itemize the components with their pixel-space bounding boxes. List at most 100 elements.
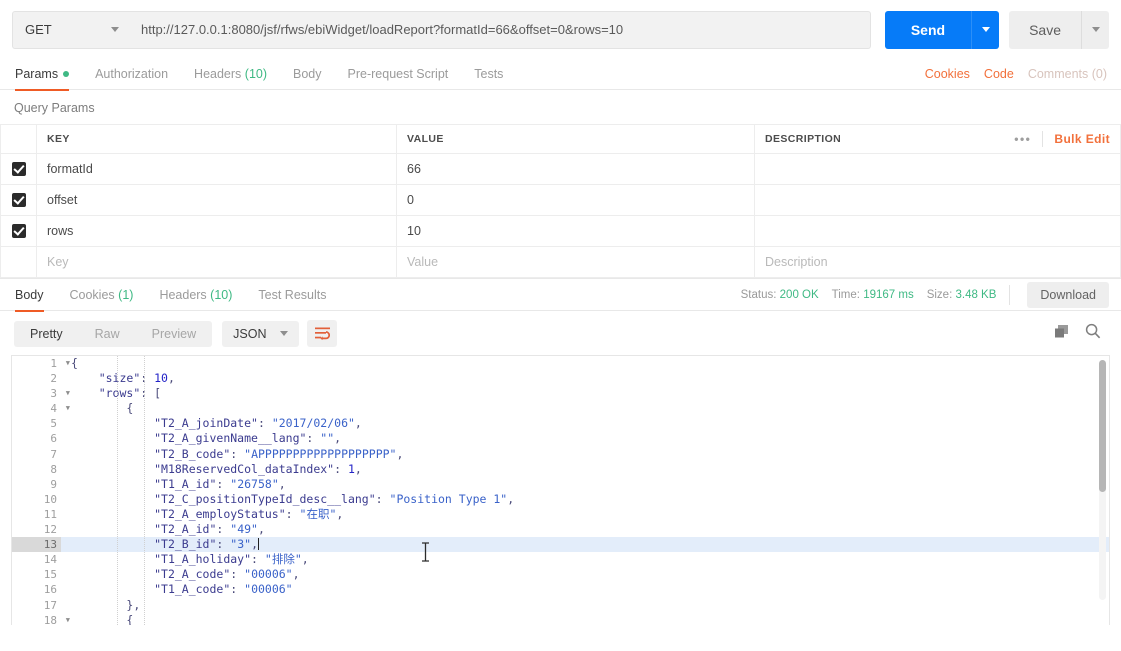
view-mode-preview[interactable]: Preview bbox=[136, 321, 212, 347]
request-url-bar: GET Send Save bbox=[0, 0, 1121, 58]
code-line[interactable]: { bbox=[61, 613, 1109, 625]
line-number: 16 bbox=[43, 583, 57, 597]
code-line[interactable]: "size": 10, bbox=[61, 371, 1109, 386]
tab-pre-request-script[interactable]: Pre-request Script bbox=[335, 58, 462, 90]
status-label: Status: bbox=[740, 288, 777, 301]
code-line[interactable]: "M18ReservedCol_dataIndex": 1, bbox=[61, 462, 1109, 477]
tab-label: Params bbox=[15, 66, 59, 81]
cookies-link[interactable]: Cookies bbox=[925, 67, 970, 81]
text-caret bbox=[258, 538, 259, 551]
tab-params[interactable]: Params bbox=[12, 58, 82, 91]
response-tab-headers[interactable]: Headers (10) bbox=[146, 279, 245, 311]
code-line[interactable]: "T1_A_code": "00006" bbox=[61, 582, 1109, 597]
param-key[interactable]: formatId bbox=[47, 162, 93, 176]
line-number: 8 bbox=[50, 462, 57, 476]
chevron-down-icon bbox=[111, 27, 119, 32]
response-tabs: Body Cookies (1) Headers (10) Test Resul… bbox=[0, 278, 1121, 312]
table-row: formatId 66 bbox=[0, 153, 1121, 185]
code-line[interactable]: "T2_A_employStatus": "在职", bbox=[61, 507, 1109, 522]
line-number: 10 bbox=[43, 492, 57, 506]
fold-toggle-icon[interactable]: ▼ bbox=[66, 613, 70, 625]
line-number: 6 bbox=[50, 432, 57, 446]
param-value[interactable]: 0 bbox=[407, 193, 414, 207]
save-button[interactable]: Save bbox=[1009, 10, 1081, 49]
size-label: Size: bbox=[926, 288, 953, 301]
response-tab-body[interactable]: Body bbox=[12, 279, 57, 312]
bulk-edit-button[interactable]: Bulk Edit bbox=[1054, 132, 1110, 146]
row-checkbox[interactable] bbox=[11, 223, 26, 238]
view-mode-raw[interactable]: Raw bbox=[79, 321, 136, 347]
table-header-row: KEY VALUE DESCRIPTION ••• Bulk Edit bbox=[0, 124, 1121, 154]
code-line[interactable]: { bbox=[61, 356, 1109, 371]
time-label: Time: bbox=[831, 288, 860, 301]
code-line[interactable]: { bbox=[61, 401, 1109, 416]
code-line[interactable]: "T2_A_joinDate": "2017/02/06", bbox=[61, 416, 1109, 431]
new-param-key-input[interactable]: Key bbox=[47, 255, 69, 269]
code-line[interactable]: "T2_B_id": "3", bbox=[61, 537, 1109, 553]
search-button[interactable] bbox=[1085, 323, 1101, 344]
indent-guide bbox=[117, 356, 118, 625]
code-line[interactable]: "T1_A_holiday": "排除", bbox=[61, 552, 1109, 567]
row-checkbox[interactable] bbox=[11, 161, 26, 176]
line-number: 12 bbox=[43, 523, 57, 537]
send-button[interactable]: Send bbox=[884, 10, 972, 49]
divider bbox=[1009, 284, 1011, 305]
url-input[interactable] bbox=[129, 10, 871, 49]
line-number: 7 bbox=[50, 447, 57, 461]
chevron-down-icon bbox=[280, 331, 289, 336]
comments-link[interactable]: Comments (0) bbox=[1028, 67, 1107, 81]
new-param-value-input[interactable]: Value bbox=[407, 255, 438, 269]
indent-guide bbox=[144, 356, 145, 625]
scrollbar-thumb[interactable] bbox=[1099, 360, 1106, 492]
code-line[interactable]: "T1_A_id": "26758", bbox=[61, 477, 1109, 492]
download-button[interactable]: Download bbox=[1027, 281, 1109, 308]
new-param-description-input[interactable]: Description bbox=[765, 255, 828, 269]
response-body-actions bbox=[1054, 323, 1109, 344]
response-tab-cookies[interactable]: Cookies (1) bbox=[57, 279, 147, 311]
fold-toggle-icon[interactable]: ▼ bbox=[66, 356, 70, 371]
tab-authorization[interactable]: Authorization bbox=[82, 58, 181, 90]
copy-button[interactable] bbox=[1054, 324, 1069, 344]
param-value[interactable]: 66 bbox=[407, 162, 421, 176]
fold-toggle-icon[interactable]: ▼ bbox=[66, 386, 70, 401]
tab-label: Headers bbox=[159, 287, 207, 302]
params-active-dot-icon bbox=[63, 71, 70, 78]
tab-tests[interactable]: Tests bbox=[461, 58, 516, 90]
send-options-button[interactable] bbox=[971, 10, 1000, 49]
tab-body[interactable]: Body bbox=[280, 58, 335, 90]
line-number: 17 bbox=[43, 598, 57, 612]
code-link[interactable]: Code bbox=[984, 67, 1014, 81]
code-line[interactable]: "T2_A_id": "49", bbox=[61, 522, 1109, 537]
response-meta: Status: 200 OK Time: 19167 ms Size: 3.48… bbox=[740, 281, 1109, 308]
code-line[interactable]: "T2_A_givenName__lang": "", bbox=[61, 431, 1109, 446]
code-vertical-scrollbar[interactable] bbox=[1099, 360, 1106, 600]
code-line[interactable]: }, bbox=[61, 598, 1109, 613]
row-checkbox[interactable] bbox=[11, 192, 26, 207]
code-line[interactable]: "T2_C_positionTypeId_desc__lang": "Posit… bbox=[61, 492, 1109, 507]
response-tab-test-results[interactable]: Test Results bbox=[245, 279, 339, 311]
table-row: offset 0 bbox=[0, 184, 1121, 216]
word-wrap-toggle[interactable] bbox=[307, 320, 338, 347]
table-row-empty: Key Value Description bbox=[0, 246, 1121, 278]
response-body-toolbar: Pretty Raw Preview JSON bbox=[0, 311, 1121, 355]
response-body-code-viewer[interactable]: 1▼23▼4▼56789101112131415161718▼19 { "siz… bbox=[11, 355, 1110, 625]
param-key[interactable]: rows bbox=[47, 224, 73, 238]
size-group: Size: 3.48 KB bbox=[927, 289, 997, 301]
code-line[interactable]: "rows": [ bbox=[61, 386, 1109, 401]
view-mode-pretty[interactable]: Pretty bbox=[14, 321, 79, 347]
row-checkbox-cell bbox=[0, 246, 37, 278]
format-select-label: JSON bbox=[233, 326, 267, 341]
http-method-select[interactable]: GET bbox=[12, 10, 130, 49]
save-options-button[interactable] bbox=[1081, 10, 1109, 49]
tab-label: Cookies bbox=[69, 287, 115, 302]
param-value[interactable]: 10 bbox=[407, 224, 421, 238]
code-line[interactable]: "T2_A_code": "00006", bbox=[61, 567, 1109, 582]
fold-toggle-icon[interactable]: ▼ bbox=[66, 401, 70, 416]
more-options-icon[interactable]: ••• bbox=[1014, 132, 1031, 146]
param-key[interactable]: offset bbox=[47, 193, 77, 207]
tab-headers[interactable]: Headers (10) bbox=[181, 58, 280, 90]
line-number: 18 ▼ bbox=[12, 613, 70, 625]
format-select[interactable]: JSON bbox=[222, 320, 300, 347]
time-value: 19167 ms bbox=[863, 288, 914, 301]
code-line[interactable]: "T2_B_code": "APPPPPPPPPPPPPPPPPPP", bbox=[61, 447, 1109, 462]
